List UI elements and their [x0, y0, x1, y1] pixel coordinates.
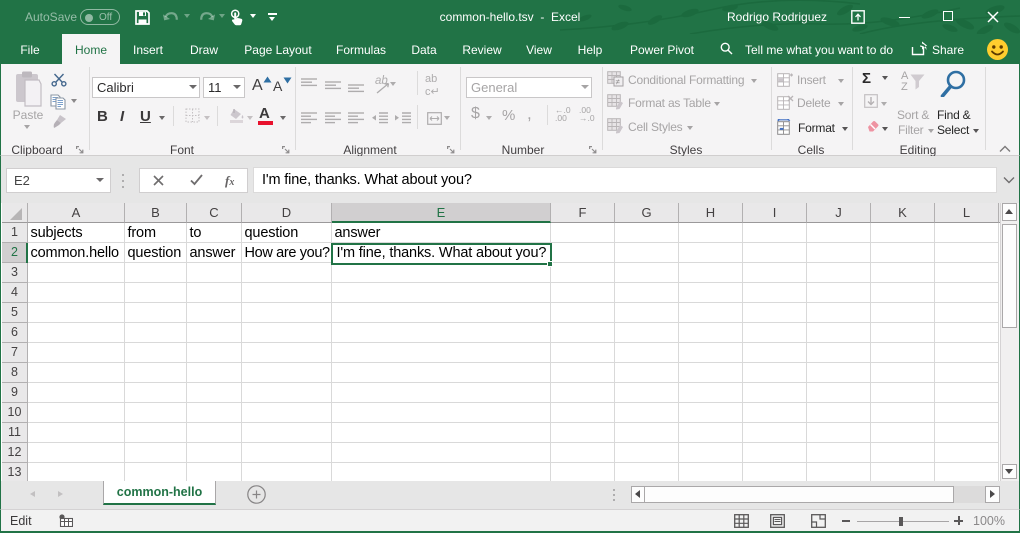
svg-text:≠: ≠ — [616, 77, 621, 86]
